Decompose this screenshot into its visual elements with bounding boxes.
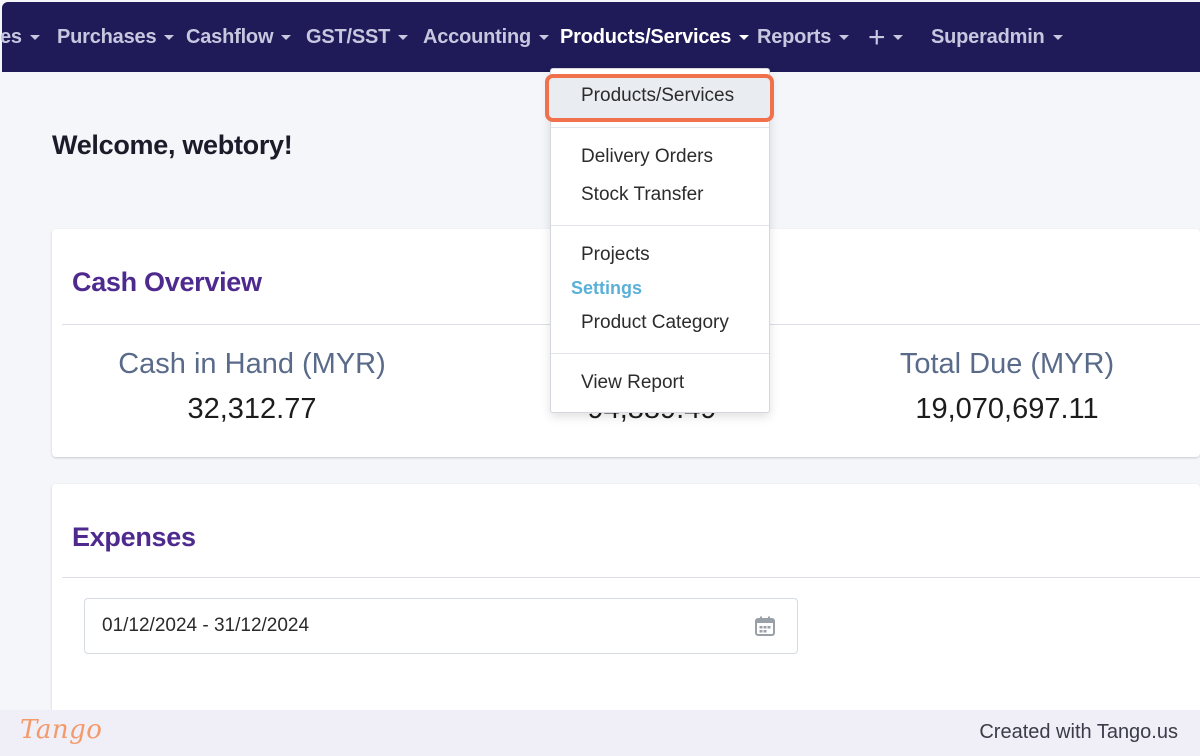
nav-item-gst-sst[interactable]: GST/SST	[306, 24, 409, 50]
nav-item-sales[interactable]: es	[0, 24, 40, 50]
nav-item-label: GST/SST	[306, 26, 391, 48]
total-due-stat: Total Due (MYR) 19,070,697.11	[807, 346, 1200, 427]
menu-item-view-report[interactable]: View Report	[581, 372, 684, 394]
menu-header-settings: Settings	[571, 278, 643, 298]
stat-label: Cash in Hand (MYR)	[118, 348, 386, 380]
app-window: es Purchases Cashflow GST/SST Accounting…	[0, 0, 1200, 756]
nav-item-superadmin[interactable]: Superadmin	[931, 24, 1063, 50]
divider	[62, 577, 1200, 578]
caret-down-icon	[164, 34, 175, 40]
top-navbar: es Purchases Cashflow GST/SST Accounting…	[0, 2, 1200, 72]
date-range-input[interactable]: 01/12/2024 - 31/12/2024	[84, 598, 798, 654]
nav-item-label: Products/Services	[560, 26, 732, 48]
nav-item-products-services[interactable]: Products/Services	[560, 24, 750, 50]
nav-item-cashflow[interactable]: Cashflow	[186, 24, 292, 50]
menu-item-stock-transfer[interactable]: Stock Transfer	[581, 184, 704, 206]
caret-down-icon	[839, 34, 850, 40]
date-range-value: 01/12/2024 - 31/12/2024	[102, 615, 310, 636]
caret-down-icon	[29, 34, 40, 40]
tango-credit: Created with Tango.us	[979, 721, 1178, 743]
nav-item-reports[interactable]: Reports	[757, 24, 850, 50]
tango-footer: Tango Created with Tango.us	[0, 710, 1200, 756]
dropdown-divider	[551, 127, 769, 128]
welcome-heading: Welcome, webtory!	[52, 130, 293, 160]
caret-down-icon	[739, 34, 750, 40]
nav-item-label: Cashflow	[186, 26, 274, 48]
nav-item-label: Accounting	[423, 26, 531, 48]
caret-down-icon	[1052, 34, 1063, 40]
stat-value: 19,070,697.11	[915, 393, 1099, 425]
cash-in-hand-stat: Cash in Hand (MYR) 32,312.77	[52, 346, 452, 427]
nav-item-label: Reports	[757, 26, 832, 48]
stat-value: 32,312.77	[187, 393, 317, 425]
menu-item-products-services-label: Products/Services	[581, 85, 735, 106]
plus-icon: +	[868, 21, 886, 54]
caret-down-icon	[398, 34, 409, 40]
nav-item-accounting[interactable]: Accounting	[423, 24, 549, 50]
dropdown-divider	[551, 353, 769, 354]
caret-down-icon	[281, 34, 292, 40]
stat-label: Total Due (MYR)	[899, 348, 1115, 380]
menu-item-delivery-orders[interactable]: Delivery Orders	[581, 146, 713, 168]
calendar-icon[interactable]	[753, 614, 777, 638]
menu-item-product-category[interactable]: Product Category	[581, 312, 729, 334]
dropdown-divider	[551, 225, 769, 226]
tango-logo: Tango	[20, 715, 103, 745]
nav-item-label: Purchases	[57, 26, 157, 48]
nav-item-label: es	[0, 26, 22, 48]
nav-item-add[interactable]: +	[868, 21, 904, 54]
cash-overview-title: Cash Overview	[72, 267, 262, 297]
nav-item-label: Superadmin	[931, 26, 1045, 48]
menu-item-projects[interactable]: Projects	[581, 244, 650, 266]
expenses-card: Expenses 01/12/2024 - 31/12/2024	[52, 484, 1200, 714]
caret-down-icon	[539, 34, 549, 40]
nav-item-purchases[interactable]: Purchases	[57, 24, 175, 50]
expenses-title: Expenses	[72, 522, 196, 552]
caret-down-icon	[893, 34, 904, 40]
